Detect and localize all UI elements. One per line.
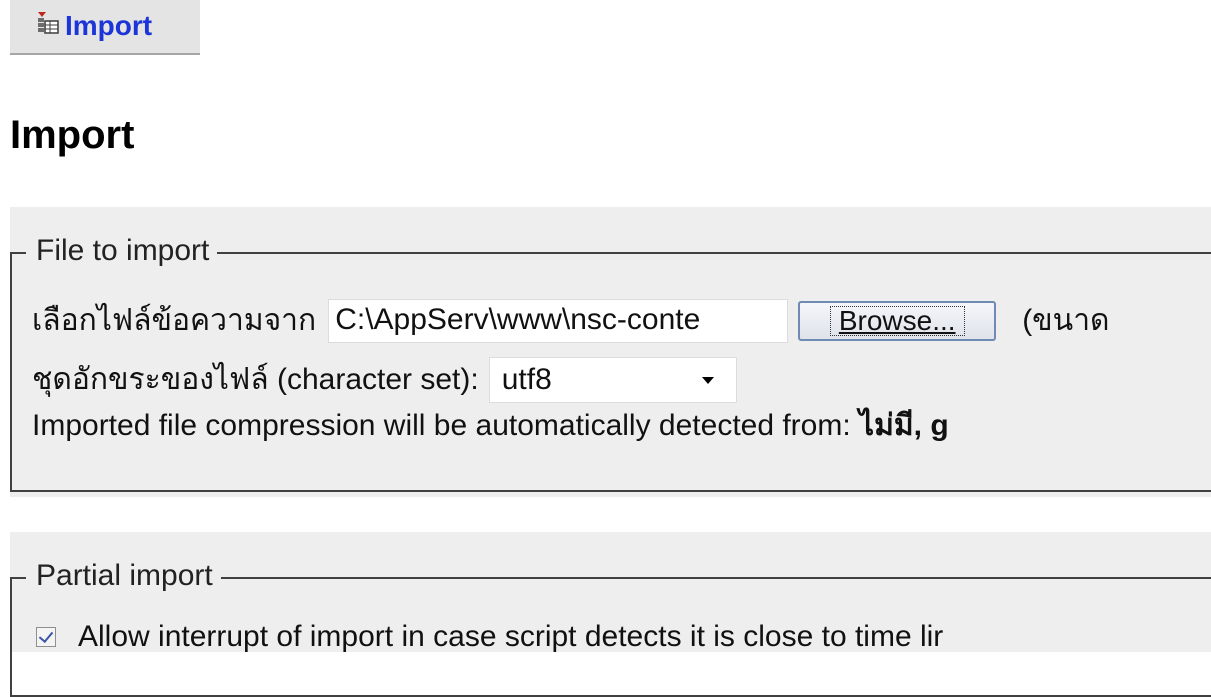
browse-button-label: Browse... [829, 306, 965, 336]
charset-select[interactable]: utf8 [488, 357, 737, 403]
compression-text: Imported file compression will be automa… [32, 409, 851, 442]
charset-label: ชุดอักขระของไฟล์ (character set): [32, 363, 479, 396]
charset-row: ชุดอักขระของไฟล์ (character set): utf8 [32, 357, 737, 403]
allow-interrupt-checkbox[interactable] [36, 627, 56, 647]
charset-selected-value: utf8 [501, 363, 552, 396]
compression-formats: ไม่มี, g [859, 409, 949, 442]
file-to-import-fieldset: File to import เลือกไฟล์ข้อความจาก C:\Ap… [10, 228, 1211, 492]
file-select-label: เลือกไฟล์ข้อความจาก [32, 304, 317, 337]
compression-row: Imported file compression will be automa… [32, 406, 949, 446]
partial-import-fieldset: Partial import Allow interrupt of import… [10, 553, 1211, 697]
file-to-import-panel: File to import เลือกไฟล์ข้อความจาก C:\Ap… [10, 207, 1211, 497]
allow-interrupt-row: Allow interrupt of import in case script… [36, 617, 943, 657]
page-title: Import [10, 113, 135, 157]
file-select-row: เลือกไฟล์ข้อความจาก C:\AppServ\www\nsc-c… [32, 299, 1110, 343]
file-to-import-legend: File to import [26, 228, 218, 274]
chevron-down-icon [701, 377, 714, 384]
partial-import-legend: Partial import [26, 553, 221, 599]
import-tab[interactable]: Import [10, 0, 200, 55]
partial-import-panel: Partial import Allow interrupt of import… [10, 532, 1211, 697]
import-icon [38, 12, 59, 34]
file-path-input[interactable]: C:\AppServ\www\nsc-conte [328, 299, 789, 343]
allow-interrupt-label[interactable]: Allow interrupt of import in case script… [78, 617, 943, 657]
import-tab-label[interactable]: Import [65, 10, 152, 42]
browse-button[interactable]: Browse... [798, 301, 997, 341]
max-size-note: (ขนาด [1022, 304, 1110, 337]
